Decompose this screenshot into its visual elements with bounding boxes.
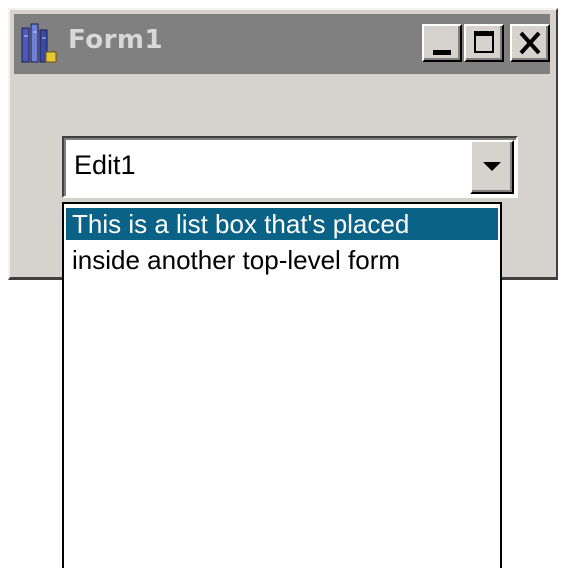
close-button[interactable] <box>510 24 550 62</box>
chevron-down-icon <box>483 162 501 171</box>
maximize-button[interactable] <box>464 24 504 62</box>
combo-value[interactable]: Edit1 <box>74 150 136 181</box>
list-item[interactable]: inside another top-level form <box>66 244 498 276</box>
maximize-icon <box>474 31 494 53</box>
list-item[interactable]: This is a list box that's placed <box>66 208 498 240</box>
minimize-icon <box>433 50 451 55</box>
window-title: Form1 <box>68 25 164 55</box>
minimize-button[interactable] <box>422 24 462 62</box>
form-app-icon[interactable] <box>20 22 58 64</box>
title-bar[interactable]: Form1 <box>14 14 550 74</box>
dropdown-button[interactable] <box>470 140 514 194</box>
dropdown-list-form[interactable]: This is a list box that's placed inside … <box>62 202 502 568</box>
edit-combo-box[interactable]: Edit1 <box>62 136 518 198</box>
close-icon <box>519 31 541 55</box>
